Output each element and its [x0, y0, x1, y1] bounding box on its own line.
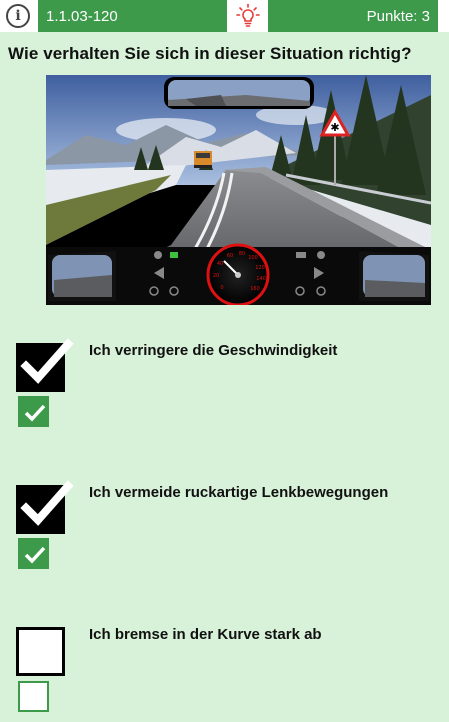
answer-text[interactable]: Ich bremse in der Kurve stark ab [89, 626, 322, 643]
answer-text[interactable]: Ich vermeide ruckartige Lenkbewegungen [89, 484, 388, 501]
svg-text:20: 20 [213, 273, 219, 279]
correct-answer-box [18, 681, 49, 712]
question-text: Wie verhalten Sie sich in dieser Situati… [8, 44, 412, 63]
answer-checkbox[interactable] [16, 627, 65, 676]
question-id: 1.1.03-120 [38, 0, 227, 32]
answer-text[interactable]: Ich verringere die Geschwindigkeit [89, 342, 337, 359]
svg-text:160: 160 [250, 286, 260, 292]
correct-answer-check-icon [18, 396, 49, 427]
svg-text:60: 60 [227, 253, 233, 259]
answer-option-2: Ich vermeide ruckartige Lenkbewegungen [0, 480, 449, 592]
score-display: Punkte: 3 [268, 0, 438, 32]
svg-text:✱: ✱ [330, 121, 339, 134]
lightbulb-icon[interactable] [230, 0, 266, 32]
answer-checkbox[interactable] [16, 480, 74, 534]
driving-scene-image: ✱ 0 20 40 60 80 100 120 140 160 [46, 75, 431, 305]
svg-text:100: 100 [248, 255, 258, 261]
answer-option-3: Ich bremse in der Kurve stark ab [0, 624, 449, 722]
top-bar: i 1.1.03-120 Punkte: 3 [0, 0, 449, 32]
svg-text:140: 140 [256, 276, 266, 282]
correct-answer-check-icon [18, 538, 49, 569]
answer-checkbox[interactable] [16, 338, 74, 392]
answer-option-1: Ich verringere die Geschwindigkeit [0, 338, 449, 450]
info-icon[interactable]: i [6, 4, 30, 28]
svg-text:120: 120 [255, 265, 265, 271]
svg-text:80: 80 [239, 251, 245, 257]
svg-text:40: 40 [217, 261, 223, 267]
svg-text:0: 0 [220, 285, 223, 291]
